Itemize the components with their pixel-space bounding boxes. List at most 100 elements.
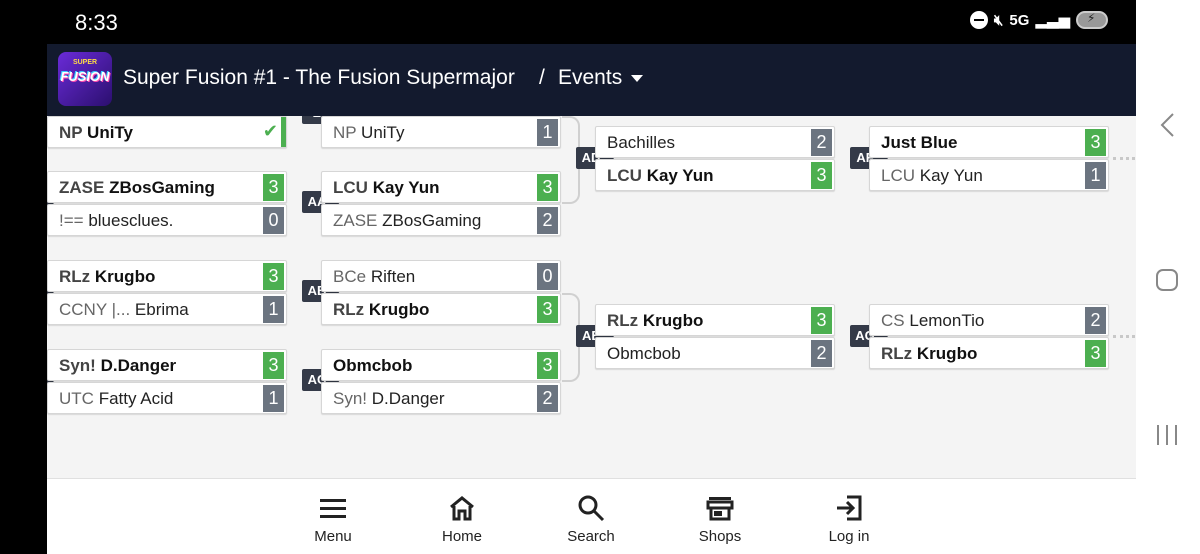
match-slot[interactable]: RLz Krugbo 3 — [869, 337, 1109, 369]
match-col2-2[interactable]: LCU Kay Yun 3 ZASE ZBosGaming 2 — [321, 171, 561, 237]
match-col1-3[interactable]: RLz Krugbo 3 CCNY |... Ebrima 1 — [47, 260, 287, 326]
player-name: Obmcbob — [607, 344, 681, 363]
nav-label: Menu — [314, 528, 352, 545]
score-badge: 1 — [537, 119, 558, 146]
team-prefix: RLz — [881, 344, 913, 363]
score-badge: 2 — [537, 207, 558, 234]
recents-icon[interactable] — [1154, 422, 1180, 453]
player-name: Kay Yun — [646, 166, 714, 185]
match-col2-1[interactable]: NP UniTy 1 — [321, 116, 561, 149]
score-badge: 0 — [263, 207, 284, 234]
team-prefix: CCNY |... — [59, 300, 131, 319]
tournament-title[interactable]: Super Fusion #1 - The Fusion Supermajor — [123, 66, 515, 90]
match-slot[interactable]: Obmcbob 2 — [595, 337, 835, 369]
player-name: UniTy — [87, 123, 134, 142]
player-name: Kay Yun — [372, 178, 440, 197]
score-badge: 2 — [811, 340, 832, 367]
match-slot[interactable]: UTC Fatty Acid 1 — [47, 382, 287, 414]
match-col4-2[interactable]: CS LemonTio 2 RLz Krugbo 3 — [869, 304, 1109, 370]
team-prefix: NP — [333, 123, 357, 142]
score-badge: 3 — [263, 263, 284, 290]
player-name: LemonTio — [909, 311, 985, 330]
match-slot[interactable]: CS LemonTio 2 — [869, 304, 1109, 336]
team-prefix: Syn! — [59, 356, 96, 375]
match-slot[interactable]: Just Blue 3 — [869, 126, 1109, 158]
status-icons: 🔇︎ 5G ▂▃▅ — [969, 11, 1108, 29]
logo-top-text: SUPER — [72, 59, 98, 66]
signal-icon: ▂▃▅ — [1035, 12, 1070, 29]
nav-shops-button[interactable]: Shops — [680, 493, 760, 545]
match-slot[interactable]: BCe Riften 0 — [321, 260, 561, 292]
breadcrumb-separator: / — [539, 66, 545, 89]
score-badge: 3 — [537, 174, 558, 201]
match-col1-2[interactable]: ZASE ZBosGaming 3 !== bluesclues. 0 — [47, 171, 287, 237]
player-name: Riften — [370, 267, 416, 286]
winner-indicator — [281, 117, 286, 147]
match-slot[interactable]: !== bluesclues. 0 — [47, 204, 287, 236]
match-slot[interactable]: LCU Kay Yun 3 — [595, 159, 835, 191]
score-badge: 3 — [537, 352, 558, 379]
nav-search-button[interactable]: Search — [551, 493, 631, 545]
status-bar: 8:33 🔇︎ 5G ▂▃▅ — [47, 0, 1136, 44]
shop-icon — [680, 493, 760, 523]
match-slot[interactable]: Syn! D.Danger 2 — [321, 382, 561, 414]
player-name: Bachilles — [607, 133, 676, 152]
menu-icon — [293, 493, 373, 523]
bracket-view[interactable]: NP UniTy ✔ ZASE ZBosGaming 3 !== bluescl… — [47, 116, 1136, 478]
match-col1-4[interactable]: Syn! D.Danger 3 UTC Fatty Acid 1 — [47, 349, 287, 415]
player-name: UniTy — [361, 123, 405, 142]
match-col2-3[interactable]: BCe Riften 0 RLz Krugbo 3 — [321, 260, 561, 326]
team-prefix: LCU — [333, 178, 368, 197]
do-not-disturb-icon — [969, 11, 988, 29]
match-col2-4[interactable]: Obmcbob 3 Syn! D.Danger 2 — [321, 349, 561, 415]
score-badge: 3 — [263, 352, 284, 379]
match-col3-2[interactable]: RLz Krugbo 3 Obmcbob 2 — [595, 304, 835, 370]
score-badge: 3 — [1085, 129, 1106, 156]
search-icon — [551, 493, 631, 523]
player-name: Krugbo — [368, 300, 430, 319]
nav-home-button[interactable]: Home — [422, 493, 502, 545]
player-name: Ebrima — [134, 300, 189, 319]
nav-label: Home — [441, 528, 482, 545]
score-badge: 3 — [811, 162, 832, 189]
player-name: D.Danger — [371, 389, 445, 408]
android-nav-bar — [1136, 0, 1200, 554]
back-icon[interactable] — [1154, 112, 1182, 143]
events-dropdown[interactable]: Events — [558, 66, 622, 90]
nav-login-button[interactable]: Log in — [809, 493, 889, 545]
team-prefix: LCU — [607, 166, 642, 185]
team-prefix: BCe — [333, 267, 367, 286]
match-slot[interactable]: NP UniTy ✔ — [47, 116, 287, 148]
player-name: Krugbo — [94, 267, 156, 286]
score-badge: 3 — [1085, 340, 1106, 367]
logo-main-text: FUSION — [60, 69, 110, 84]
chevron-down-icon[interactable] — [631, 75, 643, 82]
team-prefix: RLz — [59, 267, 91, 286]
match-slot[interactable]: LCU Kay Yun 1 — [869, 159, 1109, 191]
match-slot[interactable]: Bachilles 2 — [595, 126, 835, 158]
match-slot[interactable]: ZASE ZBosGaming 3 — [47, 171, 287, 203]
match-slot[interactable]: NP UniTy 1 — [321, 116, 561, 148]
match-slot[interactable]: Obmcbob 3 — [321, 349, 561, 381]
login-icon — [809, 493, 889, 523]
match-col3-1[interactable]: Bachilles 2 LCU Kay Yun 3 — [595, 126, 835, 192]
team-prefix: RLz — [607, 311, 639, 330]
match-slot[interactable]: CCNY |... Ebrima 1 — [47, 293, 287, 325]
bracket-continuation — [1113, 157, 1135, 160]
network-label: 5G — [1009, 11, 1030, 29]
match-slot[interactable]: RLz Krugbo 3 — [321, 293, 561, 325]
match-slot[interactable]: ZASE ZBosGaming 2 — [321, 204, 561, 236]
mute-icon: 🔇︎ — [993, 11, 1004, 29]
home-button-icon[interactable] — [1154, 267, 1180, 298]
match-col4-1[interactable]: Just Blue 3 LCU Kay Yun 1 — [869, 126, 1109, 192]
match-slot[interactable]: LCU Kay Yun 3 — [321, 171, 561, 203]
match-slot[interactable]: RLz Krugbo 3 — [47, 260, 287, 292]
match-slot[interactable]: Syn! D.Danger 3 — [47, 349, 287, 381]
match-col1-1[interactable]: NP UniTy ✔ — [47, 116, 287, 149]
tournament-logo[interactable]: SUPER FUSION — [58, 52, 112, 106]
match-slot[interactable]: RLz Krugbo 3 — [595, 304, 835, 336]
score-badge: 2 — [537, 385, 558, 412]
player-name: Just Blue — [881, 133, 958, 152]
team-prefix: LCU — [881, 166, 916, 185]
nav-menu-button[interactable]: Menu — [293, 493, 373, 545]
